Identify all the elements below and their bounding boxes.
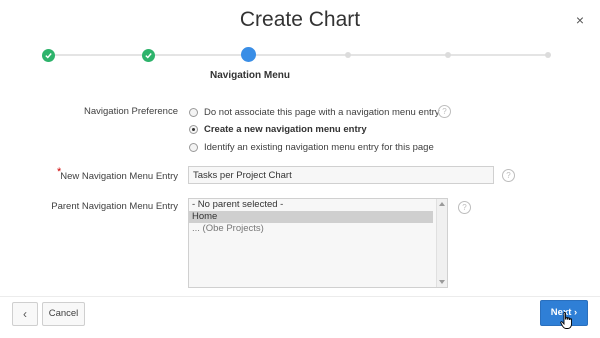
footer-divider — [0, 296, 600, 297]
radio-do-not-associate-label[interactable]: Do not associate this page with a naviga… — [204, 107, 440, 118]
radio-identify-existing-label[interactable]: Identify an existing navigation menu ent… — [204, 142, 434, 153]
checkmark-icon — [145, 53, 152, 59]
dialog-title: Create Chart — [239, 8, 361, 31]
scroll-up-icon[interactable] — [439, 202, 445, 206]
listbox-scrollbar[interactable] — [436, 199, 447, 287]
radio-create-new-label[interactable]: Create a new navigation menu entry — [204, 124, 367, 135]
radio-create-new[interactable] — [189, 125, 198, 134]
hand-cursor-icon — [560, 312, 572, 329]
list-option-home[interactable]: Home — [189, 211, 433, 223]
wizard-track — [48, 54, 548, 56]
list-option-obe-projects[interactable]: ... (Obe Projects) — [189, 223, 433, 235]
new-menu-entry-input[interactable] — [188, 166, 494, 184]
help-icon[interactable]: ? — [438, 105, 451, 118]
navigation-preference-label: Navigation Preference — [84, 106, 178, 117]
list-option-no-parent[interactable]: - No parent selected - — [189, 199, 433, 211]
parent-menu-entry-listbox[interactable]: - No parent selected - Home ... (Obe Pro… — [188, 198, 448, 288]
new-menu-entry-label: New Navigation Menu Entry — [60, 171, 178, 182]
wizard-step-4 — [345, 52, 351, 58]
wizard-step-1-complete — [42, 49, 55, 62]
radio-identify-existing[interactable] — [189, 143, 198, 152]
cancel-button[interactable]: Cancel — [42, 302, 85, 326]
wizard-progress — [42, 47, 551, 62]
close-icon[interactable]: × — [576, 13, 584, 27]
scroll-down-icon[interactable] — [439, 280, 445, 284]
checkmark-icon — [45, 53, 52, 59]
create-chart-dialog: Create Chart × Navigation Menu Navigatio… — [0, 0, 600, 338]
current-step-label: Navigation Menu — [209, 70, 290, 81]
wizard-step-3-current — [241, 47, 256, 62]
chevron-left-icon: ‹ — [23, 307, 27, 321]
previous-button[interactable]: ‹ — [12, 302, 38, 326]
chevron-right-icon: › — [574, 307, 578, 318]
help-icon[interactable]: ? — [502, 169, 515, 182]
wizard-step-5 — [445, 52, 451, 58]
wizard-step-6 — [545, 52, 551, 58]
radio-do-not-associate[interactable] — [189, 108, 198, 117]
help-icon[interactable]: ? — [458, 201, 471, 214]
wizard-step-2-complete — [142, 49, 155, 62]
parent-menu-entry-label: Parent Navigation Menu Entry — [51, 201, 178, 212]
